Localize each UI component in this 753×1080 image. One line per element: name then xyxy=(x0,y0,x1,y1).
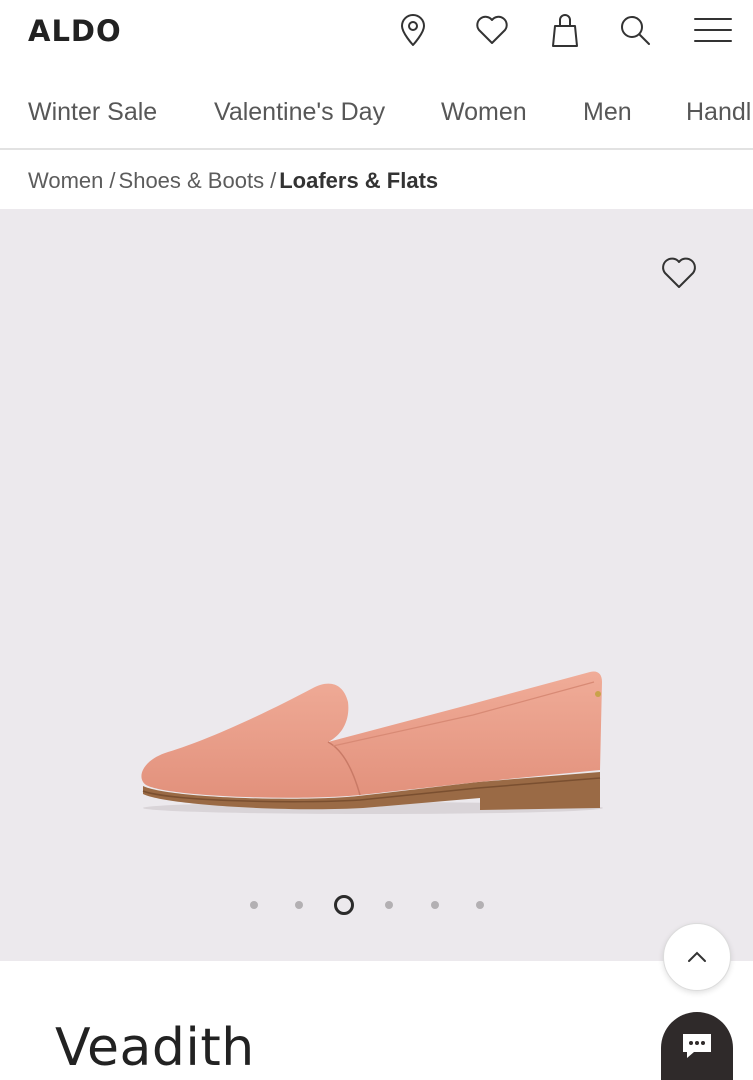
category-winter-sale[interactable]: Winter Sale xyxy=(28,98,157,127)
breadcrumb-separator: / xyxy=(270,168,277,193)
header: ALDO xyxy=(0,0,753,62)
category-valentines-day[interactable]: Valentine's Day xyxy=(214,98,385,127)
add-to-wishlist-button[interactable] xyxy=(654,248,704,298)
location-pin-icon xyxy=(401,14,425,46)
carousel-dot-active[interactable] xyxy=(334,895,354,915)
breadcrumb-shoes-boots[interactable]: Shoes & Boots xyxy=(119,168,265,193)
carousel-dot[interactable] xyxy=(385,901,393,909)
chat-bubble-icon xyxy=(683,1034,711,1058)
breadcrumb: Women / Shoes & Boots / Loafers & Flats xyxy=(28,168,438,194)
wishlist-button[interactable] xyxy=(469,8,515,52)
breadcrumb-separator: / xyxy=(109,168,116,193)
search-icon xyxy=(621,16,650,45)
carousel-dot[interactable] xyxy=(250,901,258,909)
carousel-dot[interactable] xyxy=(476,901,484,909)
cart-button[interactable] xyxy=(542,8,588,52)
carousel-dot[interactable] xyxy=(431,901,439,909)
carousel-dot[interactable] xyxy=(295,901,303,909)
product-image xyxy=(141,671,603,814)
heart-icon xyxy=(476,15,508,44)
category-nav: Winter Sale Valentine's Day Women Men Ha… xyxy=(0,82,753,150)
category-handbags[interactable]: Handl xyxy=(686,98,751,127)
shopping-bag-icon xyxy=(552,14,578,47)
store-locator-button[interactable] xyxy=(390,8,436,52)
breadcrumb-women[interactable]: Women xyxy=(28,168,103,193)
search-button[interactable] xyxy=(612,8,658,52)
image-pagination xyxy=(0,893,753,917)
scroll-to-top-button[interactable] xyxy=(663,923,731,991)
menu-button[interactable] xyxy=(690,8,736,52)
category-men[interactable]: Men xyxy=(583,98,632,127)
product-title: Veadith xyxy=(55,1018,255,1078)
chat-button[interactable] xyxy=(661,1012,733,1080)
chevron-up-icon xyxy=(688,951,706,962)
heart-icon xyxy=(662,257,696,288)
aldo-logo[interactable]: ALDO xyxy=(28,14,122,48)
category-women[interactable]: Women xyxy=(441,98,527,127)
product-image-gallery[interactable] xyxy=(0,209,753,961)
menu-icon xyxy=(694,18,732,42)
breadcrumb-current: Loafers & Flats xyxy=(279,168,439,193)
